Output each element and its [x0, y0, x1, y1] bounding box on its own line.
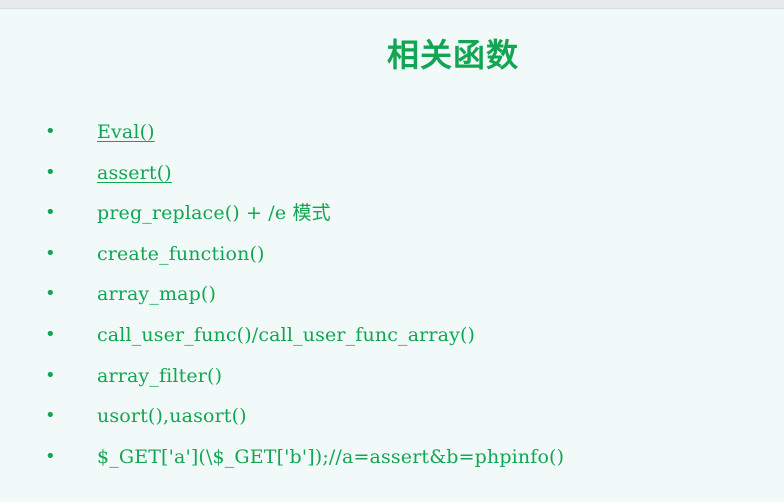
get-assert-item: $_GET['a'](\$_GET['b']);//a=assert&b=php…: [97, 445, 565, 468]
assert-link[interactable]: assert(): [97, 153, 172, 194]
list-item: • preg_replace() + /e 模式: [0, 193, 784, 234]
bullet-icon: •: [45, 242, 56, 264]
array-filter-item: array_filter(): [97, 364, 223, 387]
list-item: • array_filter(): [0, 356, 784, 397]
list-item: • Eval(): [0, 112, 784, 153]
array-map-item: array_map(): [97, 283, 217, 306]
bullet-icon: •: [45, 445, 56, 467]
bullet-icon: •: [45, 283, 56, 305]
eval-link[interactable]: Eval(): [97, 112, 155, 153]
call-user-func-item: call_user_func()/call_user_func_array(): [97, 323, 476, 346]
list-item: • array_map(): [0, 274, 784, 315]
bullet-icon: •: [45, 121, 56, 142]
bullet-icon: •: [45, 405, 56, 427]
slide-title: 相关函数: [386, 36, 519, 74]
list-item: • assert(): [0, 153, 784, 194]
list-item: • usort(),uasort(): [0, 396, 784, 437]
slide: 相关函数 • Eval() • assert() • preg_replace(…: [0, 9, 784, 502]
list-item: • create_function(): [0, 234, 784, 275]
usort-item: usort(),uasort(): [97, 405, 247, 428]
window-top-bar: [0, 0, 784, 9]
bullet-icon: •: [45, 202, 56, 224]
bullet-icon: •: [45, 323, 56, 345]
bullet-icon: •: [45, 364, 56, 386]
list-item: • $_GET['a'](\$_GET['b']);//a=assert&b=p…: [0, 437, 784, 478]
create-function-item: create_function(): [97, 242, 265, 265]
function-list: • Eval() • assert() • preg_replace() + /…: [0, 112, 784, 477]
bullet-icon: •: [45, 161, 56, 183]
preg-replace-item: preg_replace() + /e 模式: [97, 202, 331, 225]
list-item: • call_user_func()/call_user_func_array(…: [0, 315, 784, 356]
